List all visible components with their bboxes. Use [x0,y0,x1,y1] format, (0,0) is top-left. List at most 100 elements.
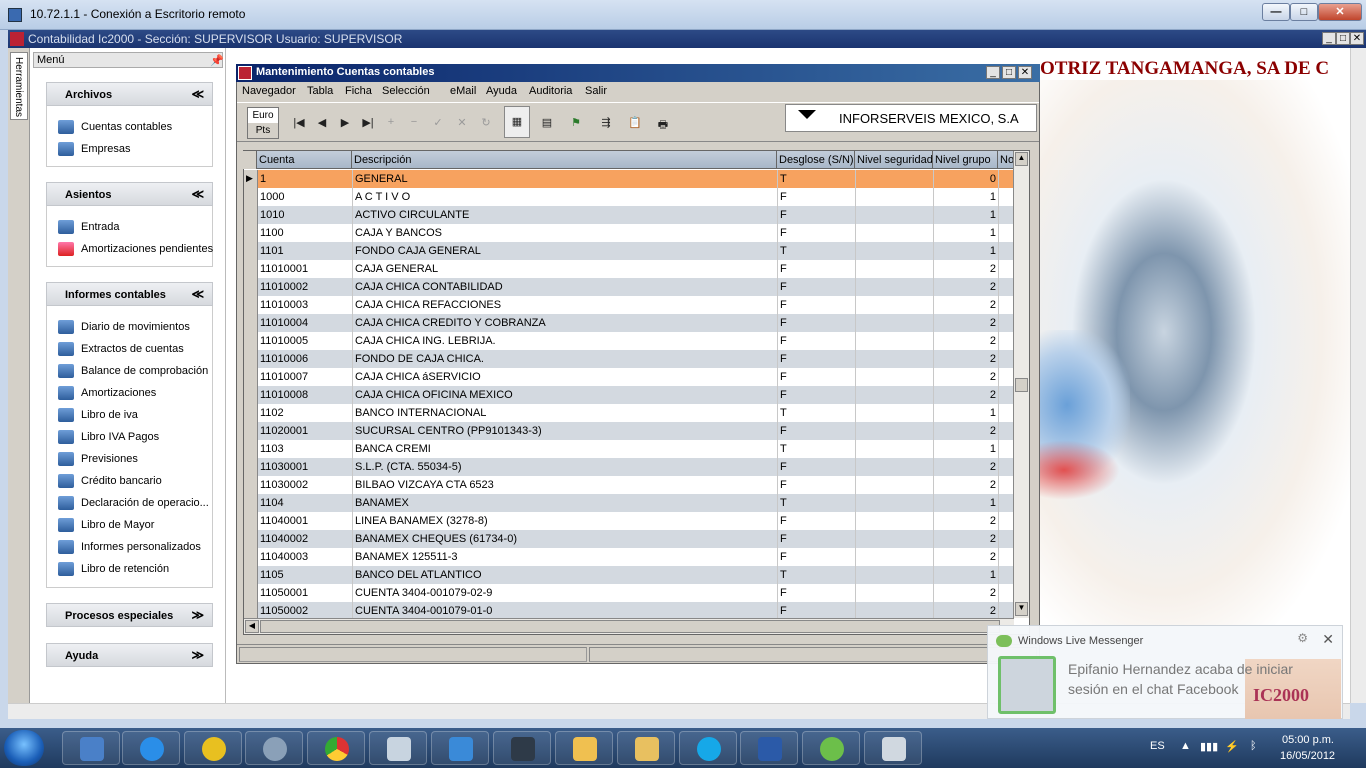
table-cell[interactable]: F [778,584,856,602]
table-cell[interactable]: 1 [934,224,999,242]
scroll-left-icon[interactable]: ◀ [245,620,259,633]
menu-auditoria[interactable]: Auditoria [529,85,572,97]
table-cell[interactable]: F [778,422,856,440]
desktop-vertical-scrollbar[interactable] [1350,48,1366,703]
row-indicator[interactable] [244,530,258,548]
messenger-notification[interactable]: Windows Live Messenger ⚙ ✕ IC2000 Epifan… [987,625,1343,719]
row-indicator[interactable] [244,368,258,386]
table-cell[interactable]: LINEA BANAMEX (3278-8) [353,512,778,530]
taskbar-word[interactable] [740,731,798,765]
table-row[interactable]: 11040001 LINEA BANAMEX (3278-8) F 2 [244,512,1014,530]
row-indicator[interactable] [244,584,258,602]
taskbar-contacts[interactable] [864,731,922,765]
row-indicator[interactable] [244,188,258,206]
row-indicator[interactable] [244,422,258,440]
table-cell[interactable]: 1104 [258,494,353,512]
taskbar-calculator[interactable] [369,731,427,765]
table-cell[interactable] [856,512,934,530]
export-icon[interactable]: ⇶ [597,116,615,132]
menu-seleccion[interactable]: Selección [382,85,430,97]
table-row[interactable]: 1103 BANCA CREMI T 1 [244,440,1014,458]
table-cell[interactable]: 11040001 [258,512,353,530]
company-selector[interactable]: INFORSERVEIS MEXICO, S.A [785,104,1037,132]
row-indicator[interactable] [244,206,258,224]
table-cell[interactable]: F [778,368,856,386]
table-cell[interactable] [856,584,934,602]
table-cell[interactable] [856,224,934,242]
window-minimize-button[interactable]: _ [986,66,1000,79]
table-cell[interactable] [856,566,934,584]
table-row[interactable]: 11010003 CAJA CHICA REFACCIONES F 2 [244,296,1014,314]
grid-horizontal-scrollbar[interactable]: ◀ [244,618,1014,634]
table-cell[interactable]: A C T I V O [353,188,778,206]
table-cell[interactable]: BANCA CREMI [353,440,778,458]
cancel-icon[interactable]: ✕ [453,116,471,132]
table-cell[interactable]: 11020001 [258,422,353,440]
copy-icon[interactable]: 📋 [626,116,644,132]
row-indicator[interactable] [244,440,258,458]
table-row[interactable]: 1000 A C T I V OF 1 [244,188,1014,206]
table-cell[interactable]: 2 [934,296,999,314]
first-record-icon[interactable]: |◀ [290,116,308,132]
table-cell[interactable] [856,458,934,476]
table-cell[interactable]: F [778,314,856,332]
table-cell[interactable] [856,494,934,512]
table-cell[interactable] [856,278,934,296]
table-cell[interactable]: F [778,296,856,314]
table-cell[interactable] [856,350,934,368]
table-cell[interactable]: 2 [934,260,999,278]
table-cell[interactable]: 11010005 [258,332,353,350]
table-cell[interactable]: F [778,350,856,368]
table-cell[interactable]: 1 [934,404,999,422]
group-header-ayuda[interactable]: Ayuda ≫ [46,643,213,667]
table-cell[interactable]: 11030002 [258,476,353,494]
dropdown-arrow-icon[interactable] [798,110,816,119]
table-cell[interactable]: 2 [934,350,999,368]
row-indicator[interactable] [244,386,258,404]
table-cell[interactable]: 1010 [258,206,353,224]
table-cell[interactable]: ACTIVO CIRCULANTE [353,206,778,224]
grid-view-icon[interactable]: ▦ [504,106,530,138]
table-row[interactable]: 1102 BANCO INTERNACIONAL T 1 [244,404,1014,422]
table-cell[interactable]: 11010007 [258,368,353,386]
table-cell[interactable] [856,404,934,422]
table-row[interactable]: 1101 FONDO CAJA GENERAL T 1 [244,242,1014,260]
table-row[interactable]: 1010 ACTIVO CIRCULANTE F 1 [244,206,1014,224]
taskbar-media-player[interactable] [431,731,489,765]
table-cell[interactable]: 2 [934,584,999,602]
table-cell[interactable]: F [778,548,856,566]
table-cell[interactable]: F [778,458,856,476]
language-indicator[interactable]: ES [1150,740,1165,752]
table-cell[interactable]: 2 [934,278,999,296]
row-indicator[interactable] [244,494,258,512]
table-cell[interactable]: 2 [934,332,999,350]
table-cell[interactable]: 2 [934,530,999,548]
table-row[interactable]: 11010001 CAJA GENERAL F 2 [244,260,1014,278]
table-cell[interactable]: 1103 [258,440,353,458]
table-cell[interactable]: T [778,170,856,188]
table-cell[interactable]: F [778,386,856,404]
table-cell[interactable]: S.L.P. (CTA. 55034-5) [353,458,778,476]
taskbar-network[interactable] [493,731,551,765]
table-cell[interactable]: BANAMEX [353,494,778,512]
euro-button[interactable]: Euro [248,108,278,123]
table-cell[interactable]: 1 [934,566,999,584]
table-cell[interactable]: F [778,512,856,530]
filter-icon[interactable]: ⚑ [567,116,585,132]
table-row[interactable]: 11010002 CAJA CHICA CONTABILIDAD F 2 [244,278,1014,296]
collapse-icon[interactable]: ≪ [191,287,204,301]
menu-email[interactable]: eMail [450,85,476,97]
prior-record-icon[interactable]: ◀ [313,116,331,132]
taskbar-settings[interactable] [245,731,303,765]
table-row[interactable]: 1100 CAJA Y BANCOS F 1 [244,224,1014,242]
menu-tabla[interactable]: Tabla [307,85,333,97]
table-cell[interactable]: F [778,332,856,350]
table-cell[interactable] [856,476,934,494]
app-close-button[interactable]: ✕ [1350,32,1364,45]
table-cell[interactable]: T [778,566,856,584]
signal-icon[interactable]: ▮▮▮ [1200,740,1218,753]
insert-icon[interactable]: + [382,116,400,132]
gear-icon[interactable]: ⚙ [1297,631,1308,645]
window-maximize-button[interactable]: □ [1002,66,1016,79]
table-cell[interactable]: 11010006 [258,350,353,368]
